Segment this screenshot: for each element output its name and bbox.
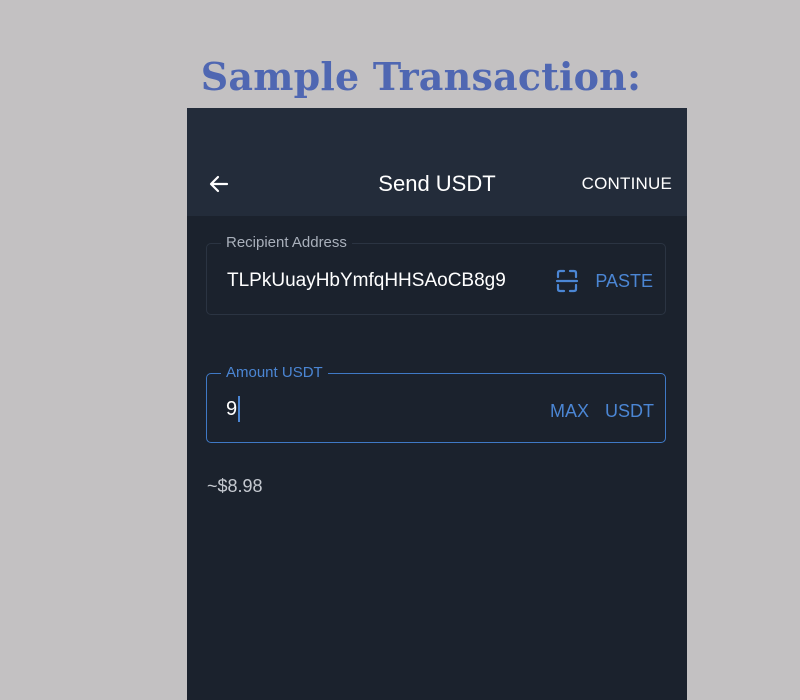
continue-button[interactable]: CONTINUE <box>582 172 672 196</box>
arrow-left-icon <box>209 175 229 193</box>
phone-screen: Send USDT CONTINUE Recipient Address TLP… <box>187 108 687 700</box>
max-button[interactable]: MAX <box>550 399 589 423</box>
amount-input[interactable]: 9 <box>226 396 241 422</box>
amount-value: 9 <box>226 398 238 420</box>
text-caret <box>238 396 241 422</box>
recipient-address-input[interactable]: TLPkUuayHbYmfqHHSAoCB8g9 <box>227 268 527 294</box>
recipient-address-field[interactable]: Recipient Address TLPkUuayHbYmfqHHSAoCB8… <box>206 233 666 315</box>
recipient-address-label: Recipient Address <box>221 233 352 253</box>
back-button[interactable] <box>201 166 237 202</box>
app-bar: Send USDT CONTINUE <box>187 108 687 216</box>
currency-unit-button[interactable]: USDT <box>605 399 654 423</box>
amount-field[interactable]: Amount USDT 9 MAX USDT <box>206 363 666 443</box>
qr-scan-icon <box>555 269 579 293</box>
paste-button[interactable]: PASTE <box>595 269 653 293</box>
fiat-estimate: ~$8.98 <box>207 476 263 496</box>
amount-label: Amount USDT <box>221 363 328 383</box>
caption-title: Sample Transaction: <box>200 54 642 99</box>
scan-qr-button[interactable] <box>553 267 581 295</box>
